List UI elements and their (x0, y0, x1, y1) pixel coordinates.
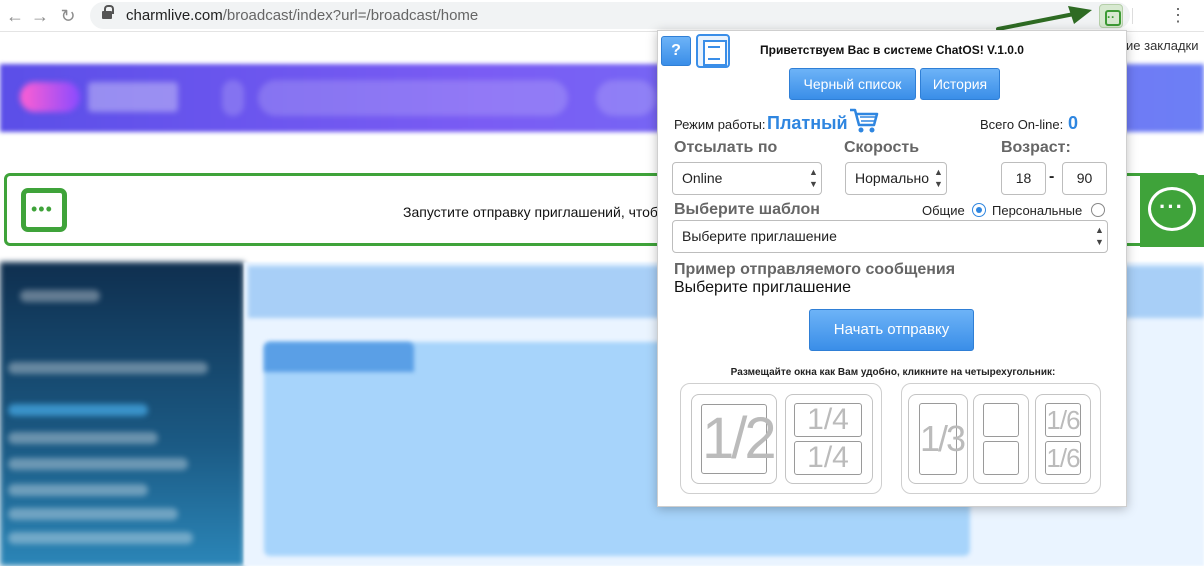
speed-select[interactable]: Нормально ▲ ▼ (845, 162, 947, 195)
content-card-tab (264, 342, 414, 372)
chat-icon (21, 188, 67, 232)
online-count: 0 (1068, 113, 1079, 133)
radio-personal[interactable] (1091, 203, 1105, 217)
chatos-extension-icon[interactable] (1099, 4, 1123, 28)
age-to-input[interactable]: 90 (1062, 162, 1107, 195)
chat-bubble-icon (1148, 187, 1196, 231)
example-label: Пример отправляемого сообщения (674, 261, 956, 278)
layout-third[interactable]: 1/3 (919, 403, 966, 475)
chatos-popup: ? Приветствуем Вас в системе ChatOS! V.1… (657, 30, 1127, 507)
header-icon (222, 80, 244, 116)
layout-option-sixths[interactable]: 1/6 1/6 (1035, 394, 1091, 484)
back-icon[interactable]: ← (5, 6, 25, 26)
history-button[interactable]: История (920, 68, 1000, 100)
template-select[interactable]: Выберите приглашение ▲ ▼ (672, 220, 1108, 253)
toolbar-divider (1132, 8, 1133, 24)
select-arrows-icon: ▲ ▼ (809, 167, 818, 189)
example-message: Выберите приглашение (674, 279, 852, 296)
layout-sixth-bottom[interactable]: 1/6 (1045, 441, 1081, 475)
age-from-input[interactable]: 18 (1001, 162, 1046, 195)
age-separator: - (1049, 168, 1055, 185)
online-label: Всего On-line: (980, 117, 1064, 132)
url-text: charmlive.com/broadcast/index?url=/broad… (126, 7, 478, 24)
select-arrows-icon: ▲ ▼ (1095, 225, 1104, 247)
forward-icon[interactable]: → (30, 6, 50, 26)
layout-sixth-top[interactable]: 1/6 (1045, 403, 1081, 437)
layout-quarter-top[interactable]: 1/4 (794, 403, 862, 437)
radio-common-label[interactable]: Общие (922, 203, 965, 218)
browser-menu-icon[interactable]: ⋮ (1168, 4, 1188, 28)
sidebar-item (8, 362, 208, 374)
layout-option-sixths-blank[interactable] (973, 394, 1029, 484)
url-host: charmlive.com (126, 7, 223, 24)
url-path: /broadcast/index?url=/broadcast/home (222, 7, 479, 24)
site-logo-text (88, 82, 178, 112)
header-pill (596, 80, 656, 116)
sidebar-item (8, 532, 193, 544)
speed-value: Нормально (855, 170, 930, 186)
sidebar-section (8, 404, 148, 416)
age-label: Возраст: (1001, 139, 1071, 156)
radio-common[interactable] (972, 203, 986, 217)
select-arrows-icon: ▲ ▼ (934, 167, 943, 189)
sidebar-item (8, 432, 158, 444)
layout-group-thirds: 1/3 1/6 1/6 (901, 383, 1101, 494)
cart-icon[interactable] (848, 107, 880, 135)
sidebar-user (20, 290, 100, 302)
site-logo (20, 82, 80, 112)
notice-text: Запустите отправку приглашений, чтобы (403, 204, 669, 220)
blacklist-button[interactable]: Черный список (789, 68, 916, 100)
sidebar-item (8, 458, 188, 470)
layout-group-halves: 1/2 1/4 1/4 (680, 383, 882, 494)
sidebar-item (8, 508, 178, 520)
start-sending-button[interactable]: Начать отправку (809, 309, 974, 351)
layout-sixth-blank-bottom[interactable] (983, 441, 1019, 475)
layout-quarter-bottom[interactable]: 1/4 (794, 441, 862, 475)
layout-sixth-blank-top[interactable] (983, 403, 1019, 437)
layout-option-quarters[interactable]: 1/4 1/4 (785, 394, 873, 484)
lock-icon (102, 5, 114, 21)
send-by-label: Отсылать по (674, 139, 778, 156)
reload-icon[interactable]: ↻ (58, 6, 78, 26)
template-label: Выберите шаблон (674, 201, 820, 218)
send-by-value: Online (682, 170, 723, 186)
mode-value: Платный (767, 113, 848, 133)
speed-label: Скорость (844, 139, 920, 156)
layout-option-third[interactable]: 1/3 (908, 394, 968, 484)
chat-launcher-button[interactable] (1140, 175, 1204, 247)
layout-hint: Размещайте окна как Вам удобно, кликните… (730, 367, 1056, 378)
address-bar[interactable]: charmlive.com/broadcast/index?url=/broad… (90, 2, 1130, 29)
welcome-title: Приветствуем Вас в системе ChatOS! V.1.0… (760, 43, 1024, 57)
send-by-select[interactable]: Online ▲ ▼ (672, 162, 822, 195)
mode-label: Режим работы: (674, 117, 766, 132)
news-icon[interactable] (696, 34, 730, 68)
sidebar-item (8, 484, 148, 496)
help-button[interactable]: ? (661, 36, 691, 66)
layout-half[interactable]: 1/2 (701, 404, 777, 474)
radio-personal-label[interactable]: Персональные (992, 203, 1082, 218)
bookmarks-label[interactable]: ие закладки (1126, 38, 1198, 53)
header-search (258, 80, 568, 116)
template-value: Выберите приглашение (682, 228, 837, 244)
layout-option-half[interactable]: 1/2 (691, 394, 777, 484)
